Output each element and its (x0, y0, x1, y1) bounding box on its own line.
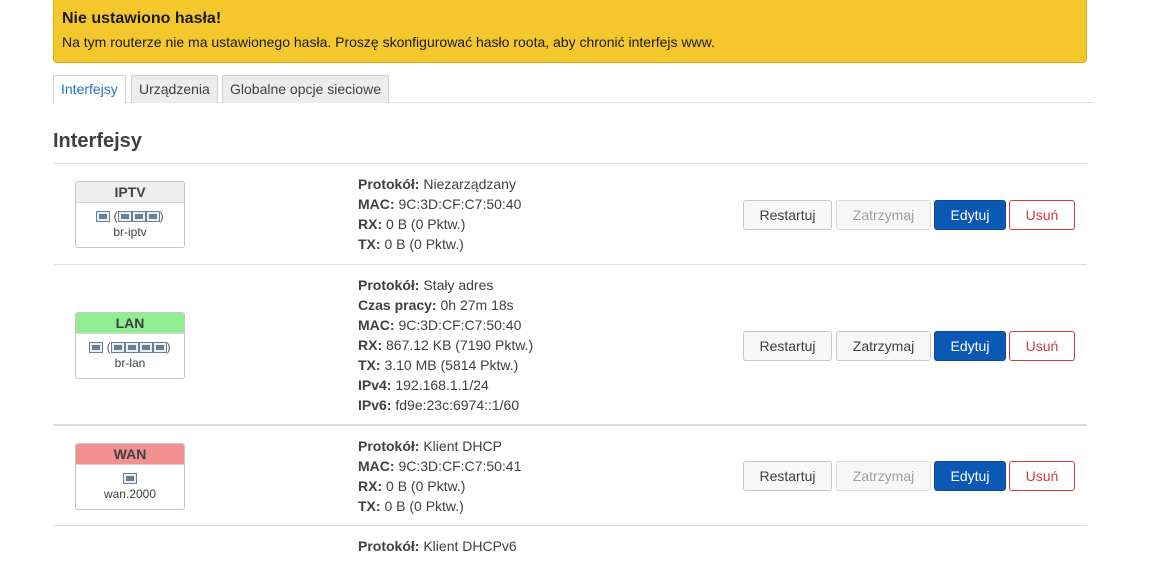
info-key: Protokół: (358, 438, 420, 454)
interface-row-partial: Protokół: Klient DHCPv6 (53, 525, 1087, 565)
interface-name: IPTV (76, 182, 184, 203)
restart-button[interactable]: Restartuj (743, 461, 832, 491)
info-protocol: Protokół: Stały adres (358, 275, 533, 295)
info-key: MAC: (358, 196, 395, 212)
info-value: 9C:3D:CF:C7:50:40 (398, 196, 522, 212)
info-uptime: Czas pracy: 0h 27m 18s (358, 295, 533, 315)
alert-text: Na tym routerze nie ma ustawionego hasła… (62, 34, 715, 50)
info-ipv6: IPv6: fd9e:23c:6974::1/60 (358, 395, 533, 415)
interface-info-partial: Protokół: Klient DHCPv6 (358, 536, 517, 556)
info-mac: MAC: 9C:3D:CF:C7:50:40 (358, 194, 521, 214)
info-value: 0 B (0 Pktw.) (384, 236, 464, 252)
interfaces-table: IPTV () br-iptv Protokół: Niezarządzany … (53, 163, 1087, 565)
interface-name: WAN (76, 444, 184, 465)
interface-badge-iptv[interactable]: IPTV () br-iptv (75, 181, 185, 248)
tab-bar: Interfejsy Urządzenia Globalne opcje sie… (53, 75, 1093, 104)
info-value: 0 B (0 Pktw.) (386, 216, 466, 232)
info-tx: TX: 3.10 MB (5814 Pktw.) (358, 355, 533, 375)
info-key: RX: (358, 478, 383, 494)
restart-button[interactable]: Restartuj (743, 200, 832, 230)
edit-button[interactable]: Edytuj (934, 200, 1006, 230)
section-title: Interfejsy (53, 130, 142, 152)
edit-button[interactable]: Edytuj (934, 461, 1006, 491)
info-mac: MAC: 9C:3D:CF:C7:50:41 (358, 456, 521, 476)
info-rx: RX: 0 B (0 Pktw.) (358, 214, 521, 234)
info-key: Czas pracy: (358, 297, 437, 313)
info-value: Niezarządzany (423, 176, 516, 192)
info-key: MAC: (358, 458, 395, 474)
tab-global-network-options[interactable]: Globalne opcje sieciowe (222, 75, 389, 103)
info-value: 9C:3D:CF:C7:50:40 (398, 317, 522, 333)
interface-device: br-iptv (113, 225, 147, 239)
info-key: TX: (358, 498, 381, 514)
info-key: IPv6: (358, 397, 392, 413)
info-rx: RX: 0 B (0 Pktw.) (358, 476, 521, 496)
info-protocol: Protokół: Klient DHCP (358, 436, 521, 456)
info-value: Stały adres (423, 277, 494, 293)
info-value: 0 B (0 Pktw.) (384, 498, 464, 514)
info-rx: RX: 867.12 KB (7190 Pktw.) (358, 335, 533, 355)
delete-button[interactable]: Usuń (1009, 461, 1075, 491)
info-protocol: Protokół: Klient DHCPv6 (358, 536, 517, 556)
interface-badge-lan[interactable]: LAN () br-lan (75, 312, 185, 379)
info-value: 867.12 KB (7190 Pktw.) (386, 337, 534, 353)
edit-button[interactable]: Edytuj (934, 331, 1006, 361)
info-ipv4: IPv4: 192.168.1.1/24 (358, 375, 533, 395)
interface-device: wan.2000 (103, 487, 157, 501)
stop-button[interactable]: Zatrzymaj (836, 331, 931, 361)
info-value: 0 B (0 Pktw.) (386, 478, 466, 494)
password-warning-alert: Nie ustawiono hasła! Na tym routerze nie… (53, 0, 1087, 63)
interface-info-lan: Protokół: Stały adres Czas pracy: 0h 27m… (358, 275, 533, 415)
info-tx: TX: 0 B (0 Pktw.) (358, 496, 521, 516)
info-key: Protokół: (358, 538, 420, 554)
info-value: 0h 27m 18s (440, 297, 514, 313)
info-key: RX: (358, 337, 383, 353)
delete-button[interactable]: Usuń (1009, 331, 1075, 361)
interface-row-wan: WAN wan.2000 Protokół: Klient DHCP MAC: … (53, 424, 1087, 525)
interface-info-iptv: Protokół: Niezarządzany MAC: 9C:3D:CF:C7… (358, 174, 521, 254)
interface-row-lan: LAN () br-lan Protokół: Stały adres Czas… (53, 264, 1087, 424)
info-value: Klient DHCP (423, 438, 502, 454)
info-value: Klient DHCPv6 (423, 538, 517, 554)
tab-interfaces[interactable]: Interfejsy (53, 75, 126, 104)
interface-name: LAN (76, 313, 184, 334)
info-key: Protokół: (358, 277, 420, 293)
info-key: IPv4: (358, 377, 392, 393)
bridge-icon: () (76, 207, 184, 225)
info-key: TX: (358, 357, 381, 373)
info-mac: MAC: 9C:3D:CF:C7:50:40 (358, 315, 533, 335)
ethernet-port-icon (76, 469, 184, 487)
interface-badge-wan[interactable]: WAN wan.2000 (75, 443, 185, 510)
interface-row-iptv: IPTV () br-iptv Protokół: Niezarządzany … (53, 163, 1087, 264)
restart-button[interactable]: Restartuj (743, 331, 832, 361)
info-key: RX: (358, 216, 383, 232)
bridge-icon: () (76, 338, 184, 356)
info-value: 192.168.1.1/24 (395, 377, 489, 393)
info-protocol: Protokół: Niezarządzany (358, 174, 521, 194)
interface-device: br-lan (114, 356, 146, 370)
info-value: 9C:3D:CF:C7:50:41 (398, 458, 522, 474)
info-key: MAC: (358, 317, 395, 333)
stop-button: Zatrzymaj (836, 200, 931, 230)
stop-button: Zatrzymaj (836, 461, 931, 491)
info-key: TX: (358, 236, 381, 252)
info-key: Protokół: (358, 176, 420, 192)
interface-info-wan: Protokół: Klient DHCP MAC: 9C:3D:CF:C7:5… (358, 436, 521, 516)
info-value: fd9e:23c:6974::1/60 (395, 397, 520, 413)
info-tx: TX: 0 B (0 Pktw.) (358, 234, 521, 254)
info-value: 3.10 MB (5814 Pktw.) (384, 357, 519, 373)
tab-devices[interactable]: Urządzenia (131, 75, 218, 103)
alert-title: Nie ustawiono hasła! (62, 10, 222, 27)
delete-button[interactable]: Usuń (1009, 200, 1075, 230)
